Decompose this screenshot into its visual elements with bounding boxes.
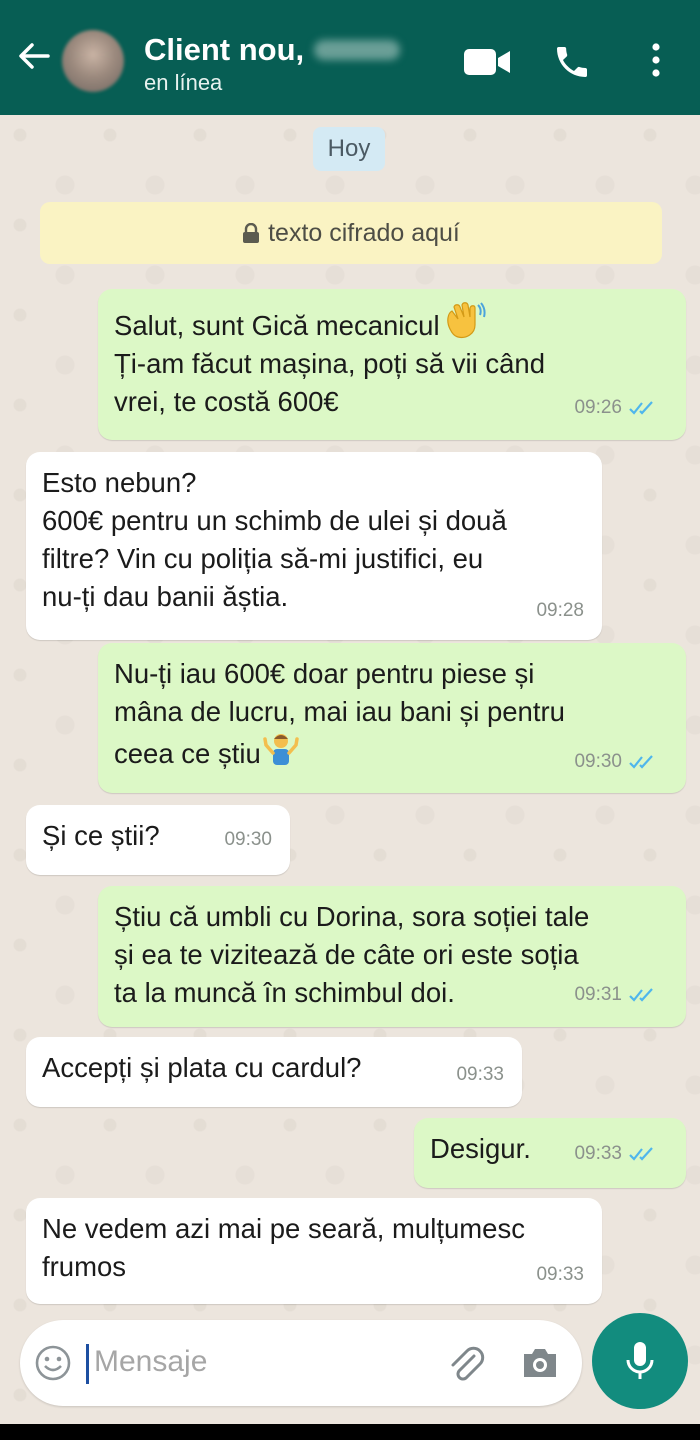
message-bubble-outgoing[interactable]: Salut, sunt Gică mecanicul Ți-am făcut m…	[98, 289, 686, 440]
camera-icon[interactable]	[520, 1345, 560, 1381]
message-bubble-incoming[interactable]: Și ce știi? 09:30	[26, 805, 290, 875]
message-text-line: Știu că umbli cu Dorina, sora soției tal…	[114, 901, 590, 932]
message-time: 09:26	[574, 397, 622, 418]
person-shrugging-emoji-icon	[263, 734, 299, 765]
message-time: 09:31	[574, 984, 622, 1005]
mic-icon	[626, 1342, 654, 1379]
message-text-line: nu-ți dau banii ăștia.	[42, 581, 289, 612]
message-time: 09:30	[224, 829, 272, 850]
read-ticks-icon	[629, 755, 653, 769]
message-text-line: Ți-am făcut mașina, poți să vii când	[114, 348, 546, 379]
message-bubble-incoming[interactable]: Accepți și plata cu cardul? 09:33	[26, 1037, 522, 1107]
message-time: 09:33	[574, 1143, 622, 1164]
chat-header: Client nou, en línea	[0, 0, 700, 115]
message-text-line: Ne vedem azi mai pe seară, mulțumesc	[42, 1213, 525, 1244]
date-label: Hoy	[313, 127, 385, 171]
message-text-line: ceea ce știu	[114, 738, 261, 769]
message-text-line: Esto nebun?	[42, 467, 197, 498]
message-bubble-outgoing[interactable]: Desigur. 09:33	[414, 1118, 686, 1188]
message-bubble-incoming[interactable]: Ne vedem azi mai pe seară, mulțumesc fru…	[26, 1198, 602, 1304]
message-text-line: Nu-ți iau 600€ doar pentru piese și	[114, 658, 535, 689]
read-ticks-icon	[629, 401, 653, 415]
message-meta: 09:26	[574, 389, 658, 427]
message-bubble-incoming[interactable]: Esto nebun? 600€ pentru un schimb de ule…	[26, 452, 602, 640]
message-time: 09:28	[536, 600, 584, 621]
chat-area[interactable]: Hoy texto cifrado aquí Salut, sunt Gică …	[0, 115, 700, 1425]
system-nav-bar	[0, 1424, 700, 1440]
message-meta: 09:30	[224, 821, 272, 859]
contact-name-row[interactable]: Client nou,	[144, 30, 401, 70]
phone-icon[interactable]	[552, 42, 592, 82]
lock-icon	[243, 223, 260, 243]
message-text-line: filtre? Vin cu poliția să-mi justifici, …	[42, 543, 484, 574]
message-text-line: frumos	[42, 1251, 127, 1282]
message-time: 09:30	[574, 751, 622, 772]
message-meta: 09:28	[536, 592, 584, 630]
message-bubble-outgoing[interactable]: Nu-ți iau 600€ doar pentru piese și mâna…	[98, 643, 686, 793]
message-text-line: mâna de lucru, mai iau bani și pentru	[114, 696, 565, 727]
message-input-placeholder[interactable]: Mensaje	[94, 1345, 207, 1379]
message-time: 09:33	[536, 1264, 584, 1285]
emoji-icon[interactable]	[34, 1344, 72, 1382]
message-composer[interactable]: Mensaje	[20, 1320, 582, 1406]
encryption-notice-text: texto cifrado aquí	[268, 218, 460, 247]
attach-clip-icon[interactable]	[444, 1342, 488, 1386]
encryption-notice[interactable]: texto cifrado aquí	[40, 202, 662, 264]
message-text-line: și ea te vizitează de câte ori este soți…	[114, 939, 579, 970]
read-ticks-icon	[629, 988, 653, 1002]
video-call-icon[interactable]	[462, 46, 512, 78]
avatar[interactable]	[62, 30, 124, 92]
message-time: 09:33	[456, 1064, 504, 1085]
message-meta: 09:33	[456, 1056, 504, 1094]
message-meta: 09:33	[536, 1256, 584, 1294]
contact-name: Client nou,	[144, 32, 305, 67]
back-arrow-icon[interactable]	[14, 36, 54, 76]
message-text-line: 600€ pentru un schimb de ulei și două	[42, 505, 507, 536]
message-bubble-outgoing[interactable]: Știu că umbli cu Dorina, sora soției tal…	[98, 886, 686, 1027]
waving-hand-emoji-icon	[446, 302, 486, 339]
message-text-line: Accepți și plata cu cardul?	[42, 1052, 362, 1083]
message-text-line: Salut, sunt Gică mecanicul	[114, 310, 440, 341]
message-meta: 09:30	[574, 743, 658, 781]
text-caret	[86, 1344, 89, 1384]
contact-status: en línea	[144, 70, 223, 95]
read-ticks-icon	[629, 1147, 653, 1161]
more-vert-icon[interactable]	[646, 40, 666, 80]
message-meta: 09:31	[574, 976, 658, 1014]
mic-button[interactable]	[592, 1313, 688, 1409]
message-meta: 09:33	[574, 1135, 658, 1173]
contact-name-redacted	[314, 40, 401, 60]
